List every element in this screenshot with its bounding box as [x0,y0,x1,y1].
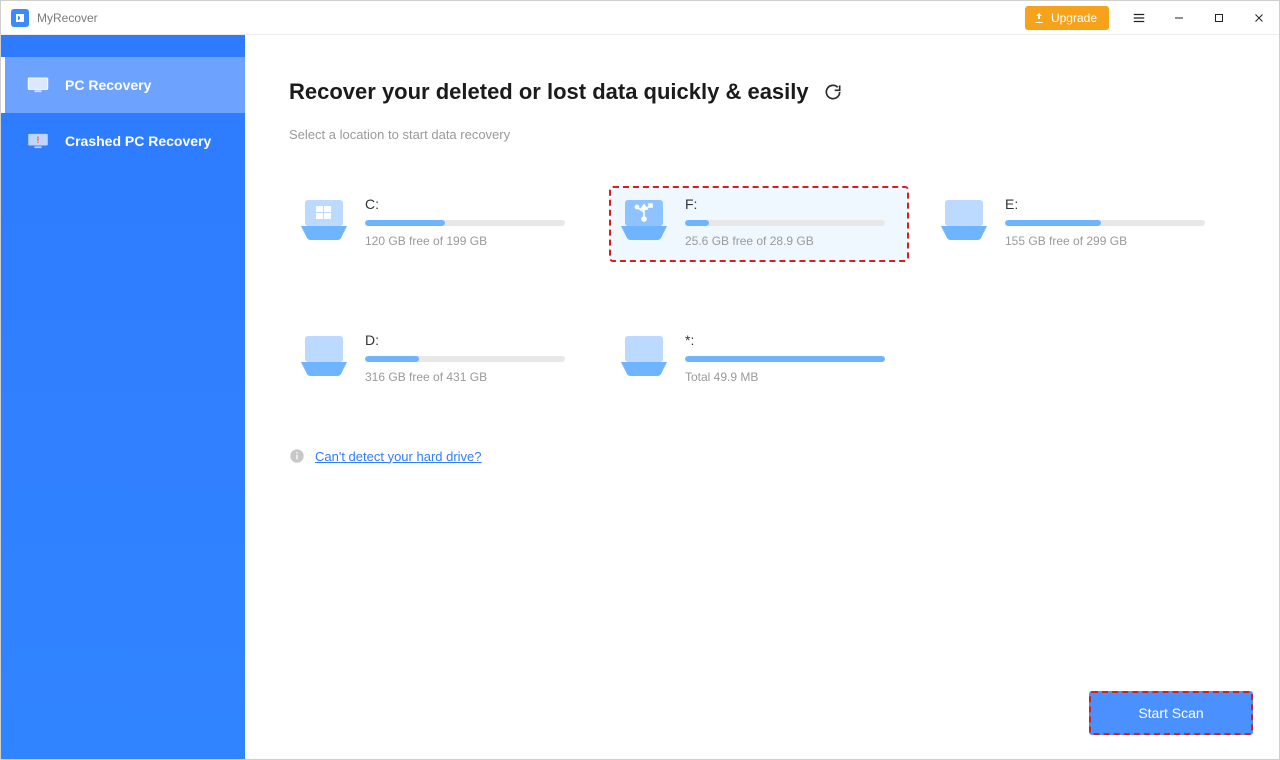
sidebar-item-label: PC Recovery [65,77,151,93]
close-button[interactable] [1239,1,1279,35]
minimize-icon [1173,12,1185,24]
info-icon [289,448,305,464]
drive-info: C: 120 GB free of 199 GB [365,196,579,248]
drive-usage-bar [1005,220,1205,226]
drive-label: E: [1005,196,1219,212]
maximize-icon [1213,12,1225,24]
drive-stats: 120 GB free of 199 GB [365,234,579,248]
drive-usage-fill [685,220,709,226]
drive-item[interactable]: D: 316 GB free of 431 GB [289,322,589,398]
drive-item[interactable]: F: 25.6 GB free of 28.9 GB [609,186,909,262]
sidebar-item-crashed-pc-recovery[interactable]: ! Crashed PC Recovery [1,113,245,169]
drive-usage-bar [365,356,565,362]
page-title: Recover your deleted or lost data quickl… [289,79,809,105]
drive-stats: Total 49.9 MB [685,370,899,384]
page-subtitle: Select a location to start data recovery [289,127,1235,142]
drive-icon [619,332,669,376]
drive-icon [299,332,349,376]
drive-info: *: Total 49.9 MB [685,332,899,384]
heading-row: Recover your deleted or lost data quickl… [289,79,1235,105]
menu-button[interactable] [1119,1,1159,35]
body: PC Recovery ! Crashed PC Recovery Recove… [1,35,1279,759]
app-name: MyRecover [37,11,98,25]
drive-label: D: [365,332,579,348]
start-scan-label: Start Scan [1138,705,1203,721]
drive-label: C: [365,196,579,212]
monitor-warning-icon: ! [27,133,49,149]
svg-text:!: ! [37,135,40,145]
drive-info: D: 316 GB free of 431 GB [365,332,579,384]
refresh-icon [823,82,843,102]
drive-stats: 155 GB free of 299 GB [1005,234,1219,248]
upgrade-icon [1033,12,1045,24]
titlebar-right: Upgrade [1025,1,1279,34]
upgrade-label: Upgrade [1051,11,1097,25]
drive-stats: 25.6 GB free of 28.9 GB [685,234,899,248]
drive-usage-fill [365,220,445,226]
drive-info: E: 155 GB free of 299 GB [1005,196,1219,248]
app-window: MyRecover Upgrade [0,0,1280,760]
sidebar-item-pc-recovery[interactable]: PC Recovery [1,57,245,113]
refresh-button[interactable] [823,82,843,102]
drive-usage-fill [1005,220,1101,226]
upgrade-button[interactable]: Upgrade [1025,6,1109,30]
help-row: Can't detect your hard drive? [289,448,1235,464]
main: Recover your deleted or lost data quickl… [245,35,1279,759]
menu-icon [1132,11,1146,25]
start-scan-button[interactable]: Start Scan [1089,691,1253,735]
sidebar: PC Recovery ! Crashed PC Recovery [1,35,245,759]
drive-grid: C: 120 GB free of 199 GB F: 25.6 GB free of… [289,186,1235,398]
drive-usage-bar [685,220,885,226]
close-icon [1253,12,1265,24]
titlebar: MyRecover Upgrade [1,1,1279,35]
app-logo-icon [11,9,29,27]
drive-item[interactable]: E: 155 GB free of 299 GB [929,186,1229,262]
drive-label: *: [685,332,899,348]
monitor-icon [27,77,49,93]
drive-stats: 316 GB free of 431 GB [365,370,579,384]
sidebar-item-label: Crashed PC Recovery [65,133,211,149]
drive-label: F: [685,196,899,212]
drive-icon [939,196,989,240]
minimize-button[interactable] [1159,1,1199,35]
drive-item[interactable]: *: Total 49.9 MB [609,322,909,398]
drive-icon [619,196,669,240]
maximize-button[interactable] [1199,1,1239,35]
drive-icon [299,196,349,240]
help-link[interactable]: Can't detect your hard drive? [315,449,482,464]
drive-usage-fill [365,356,419,362]
drive-info: F: 25.6 GB free of 28.9 GB [685,196,899,248]
drive-usage-bar [685,356,885,362]
drive-usage-fill [685,356,885,362]
drive-item[interactable]: C: 120 GB free of 199 GB [289,186,589,262]
titlebar-left: MyRecover [1,9,98,27]
drive-usage-bar [365,220,565,226]
